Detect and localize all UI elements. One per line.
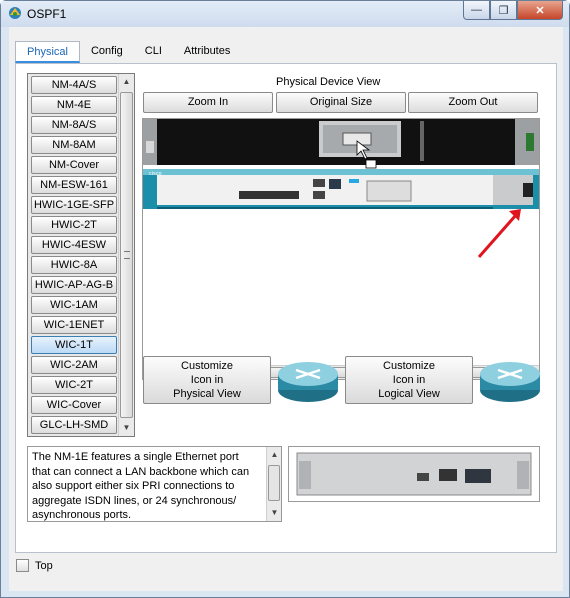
module-list-item[interactable]: WIC-1ENET	[31, 316, 117, 334]
tab-config[interactable]: Config	[80, 41, 134, 63]
module-list-item[interactable]: WIC-2AM	[31, 356, 117, 374]
module-list-item[interactable]: HWIC-8A	[31, 256, 117, 274]
packet-tracer-app-icon	[9, 7, 21, 19]
module-list-item[interactable]: WIC-2T	[31, 376, 117, 394]
customize-physical-line3: Physical View	[173, 388, 241, 400]
module-list[interactable]: NM-4A/S NM-4E NM-8A/S NM-8AM NM-Cover NM-ESW-…	[27, 73, 135, 437]
close-icon: ✕	[535, 4, 545, 17]
scroll-grip-icon	[124, 251, 130, 259]
module-list-scrollbar[interactable]: ▲ ▼	[118, 74, 134, 436]
device-view-title: Physical Device View	[276, 76, 381, 88]
svg-text:cisco: cisco	[149, 171, 162, 177]
module-list-item[interactable]: NM-4A/S	[31, 76, 117, 94]
minimize-button[interactable]: —	[463, 1, 490, 20]
module-preview	[288, 446, 540, 502]
desc-scroll-thumb[interactable]	[268, 465, 280, 501]
desc-scroll-up-icon[interactable]: ▲	[267, 447, 281, 463]
module-description-box[interactable]: The NM-1E features a single Ethernet por…	[27, 446, 282, 522]
module-list-item[interactable]: GLC-LH-SMD	[31, 416, 117, 434]
title-bar[interactable]: OSPF1 — ❐ ✕	[1, 1, 569, 27]
restore-icon: ❐	[498, 4, 509, 17]
tab-attributes[interactable]: Attributes	[173, 41, 241, 63]
module-list-item[interactable]: NM-8AM	[31, 136, 117, 154]
physical-panel: NM-4A/S NM-4E NM-8A/S NM-8AM NM-Cover NM-ESW-…	[15, 63, 557, 553]
original-size-button[interactable]: Original Size	[276, 92, 406, 113]
customize-physical-icon-button[interactable]: Customize Icon in Physical View	[143, 356, 271, 404]
customize-logical-line3: Logical View	[378, 388, 440, 400]
desc-scroll-down-icon[interactable]: ▼	[267, 505, 281, 521]
module-preview-image	[296, 452, 532, 496]
customize-logical-line2: Icon in	[392, 374, 426, 386]
module-list-item[interactable]: HWIC-AP-AG-B	[31, 276, 117, 294]
module-list-item[interactable]: WIC-1T	[31, 336, 117, 354]
module-list-item[interactable]: HWIC-1GE-SFP	[31, 196, 117, 214]
scroll-down-icon[interactable]: ▼	[119, 420, 134, 436]
customize-logical-line1: Customize	[383, 360, 435, 372]
description-scrollbar[interactable]: ▲ ▼	[266, 447, 281, 521]
module-list-item[interactable]: NM-Cover	[31, 156, 117, 174]
tab-bar: Physical Config CLI Attributes	[15, 41, 241, 63]
module-list-item[interactable]: NM-ESW-161	[31, 176, 117, 194]
module-list-item[interactable]: NM-4E	[31, 96, 117, 114]
tab-cli[interactable]: CLI	[134, 41, 173, 63]
options-row: Top	[16, 559, 53, 572]
tab-physical[interactable]: Physical	[15, 41, 80, 63]
top-checkbox[interactable]	[16, 559, 29, 572]
window-title: OSPF1	[27, 7, 67, 21]
window-client: Physical Config CLI Attributes NM-4A/S NM…	[9, 27, 563, 591]
zoom-in-button[interactable]: Zoom In	[143, 92, 273, 113]
top-label: Top	[35, 559, 53, 572]
module-list-item[interactable]: HWIC-2T	[31, 216, 117, 234]
router-logical-icon	[480, 362, 540, 402]
customize-physical-line1: Customize	[181, 360, 233, 372]
scroll-thumb[interactable]	[120, 92, 133, 418]
minimize-icon: —	[471, 4, 482, 16]
module-description-text: The NM-1E features a single Ethernet por…	[32, 451, 250, 521]
annotation-arrow	[477, 214, 518, 258]
router-chassis-image[interactable]: cisco	[143, 119, 540, 367]
module-list-item[interactable]: WIC-1AM	[31, 296, 117, 314]
device-window: OSPF1 — ❐ ✕ Physical Config CLI Attribut…	[0, 0, 570, 598]
router-physical-icon	[278, 362, 338, 402]
module-list-item[interactable]: HWIC-4ESW	[31, 236, 117, 254]
customize-logical-icon-button[interactable]: Customize Icon in Logical View	[345, 356, 473, 404]
scroll-up-icon[interactable]: ▲	[119, 74, 134, 90]
zoom-out-button[interactable]: Zoom Out	[408, 92, 538, 113]
module-list-item[interactable]: WIC-Cover	[31, 396, 117, 414]
customize-physical-line2: Icon in	[190, 374, 224, 386]
restore-button[interactable]: ❐	[490, 1, 517, 20]
physical-device-view[interactable]: cisco ◀ ▶	[142, 118, 540, 380]
module-list-item[interactable]: NM-8A/S	[31, 116, 117, 134]
close-button[interactable]: ✕	[517, 1, 563, 20]
